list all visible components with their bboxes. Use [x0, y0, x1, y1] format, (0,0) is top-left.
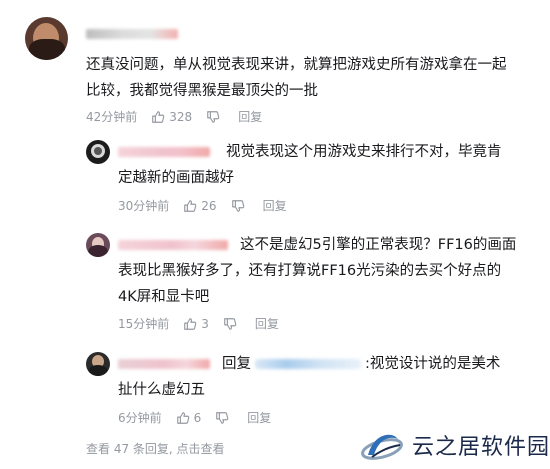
thumb-down-icon	[207, 110, 220, 123]
thumb-up-icon	[184, 199, 197, 212]
like-count: 328	[169, 109, 193, 124]
thumb-down-icon	[216, 411, 229, 424]
timestamp: 15分钟前	[118, 317, 170, 331]
comment-text-line: 视觉表现这个用游戏史来排行不对，毕竟肯	[226, 144, 502, 160]
avatar[interactable]	[86, 352, 110, 376]
like-count: 3	[201, 316, 209, 331]
comment-meta: 15分钟前 3 回复	[118, 315, 279, 332]
watermark-text: 云之居软件园	[412, 434, 550, 460]
username[interactable]	[118, 240, 228, 250]
comment-text-line: 这不是虚幻5引擎的正常表现？FF16的画面	[240, 237, 517, 253]
reply-button[interactable]: 回复	[238, 108, 262, 125]
comment-text: :视觉设计说的是美术	[365, 356, 501, 372]
thumb-down-icon	[231, 199, 244, 212]
timestamp: 6分钟前	[118, 411, 162, 425]
view-more-replies[interactable]: 查看 47 条回复, 点击查看	[86, 440, 225, 457]
avatar[interactable]	[86, 140, 110, 164]
comment-text-line: 表现比黑猴好多了，还有打算说FF16光污染的去买个好点的	[118, 263, 502, 279]
like-button[interactable]: 3	[183, 317, 209, 331]
thumb-down-icon	[224, 317, 237, 330]
thumb-up-icon	[184, 317, 197, 330]
username[interactable]	[118, 147, 210, 157]
comment-text-line: 扯什么虚幻五	[118, 382, 205, 398]
timestamp: 42分钟前	[86, 110, 138, 124]
dislike-button[interactable]	[206, 110, 220, 124]
reply-button[interactable]: 回复	[263, 197, 287, 214]
username[interactable]	[118, 359, 210, 369]
comment-meta: 6分钟前 6 回复	[118, 409, 271, 426]
watermark: 云之居软件园	[358, 420, 550, 469]
like-button[interactable]: 26	[183, 198, 217, 213]
dislike-button[interactable]	[215, 411, 229, 425]
comment-meta: 30分钟前 26 回复	[118, 197, 287, 214]
dislike-button[interactable]	[231, 199, 245, 213]
comment-text-line: 比较，我都觉得黑猴是最顶尖的一批	[86, 83, 318, 99]
avatar[interactable]	[25, 17, 68, 60]
timestamp: 30分钟前	[118, 199, 170, 213]
like-count: 26	[201, 198, 217, 213]
reply-button[interactable]: 回复	[247, 409, 271, 426]
mention-link[interactable]	[255, 359, 361, 369]
reply-button[interactable]: 回复	[255, 315, 279, 332]
thumb-up-icon	[176, 411, 189, 424]
avatar[interactable]	[86, 233, 110, 257]
thumb-up-icon	[152, 110, 165, 123]
like-count: 6	[193, 410, 202, 425]
swoosh-logo-icon	[361, 434, 403, 460]
comment-text-line: 定越新的画面越好	[118, 170, 234, 186]
dislike-button[interactable]	[223, 317, 237, 331]
comment-meta: 42分钟前 328 回复	[86, 108, 262, 125]
like-button[interactable]: 328	[151, 110, 192, 124]
like-button[interactable]: 6	[176, 410, 202, 425]
comment-text-line: 还真没问题，单从视觉表现来讲，就算把游戏史所有游戏拿在一起	[86, 57, 507, 73]
comment-text-line: 4K屏和显卡吧	[118, 289, 210, 305]
username[interactable]	[86, 29, 178, 39]
reply-prefix: 回复	[222, 356, 251, 372]
comment-text-line: 回复 :视觉设计说的是美术	[222, 351, 500, 377]
